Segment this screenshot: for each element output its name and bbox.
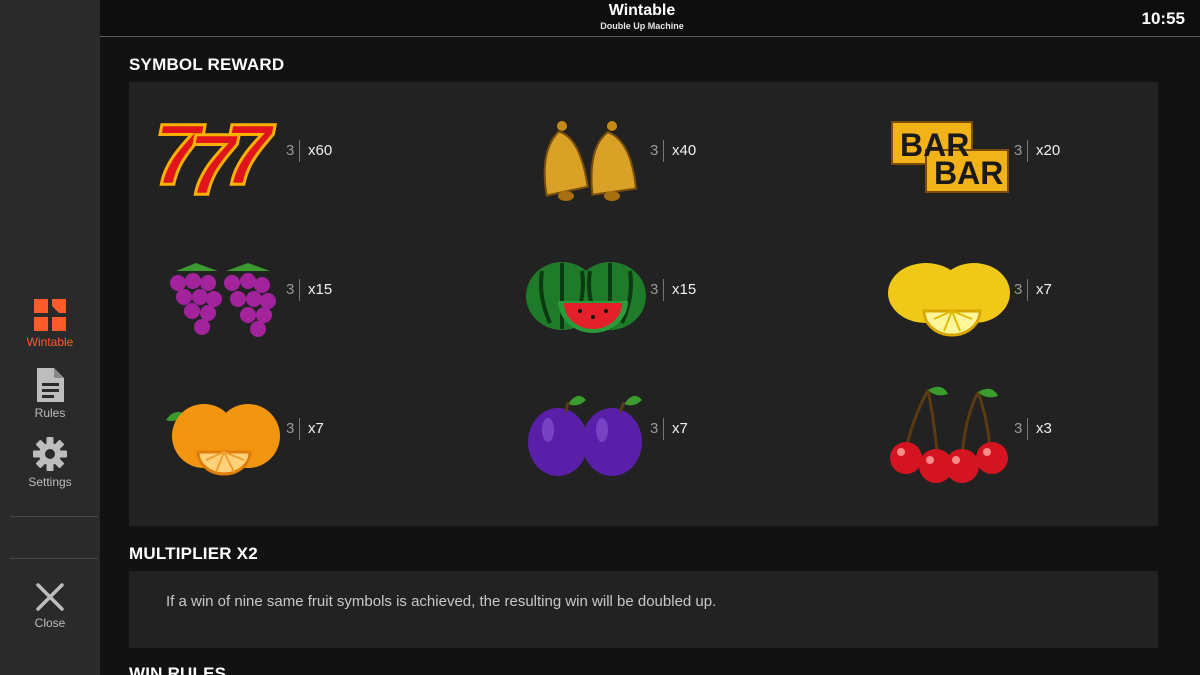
content-area[interactable]: SYMBOL REWARD 7 7 7 3 x60 3 x40 BAR BAR … xyxy=(100,38,1200,675)
symbol-multiplier: x40 xyxy=(672,142,697,159)
cherries-symbol-icon xyxy=(890,386,1008,483)
symbol-multiplier: x20 xyxy=(1036,142,1061,159)
divider xyxy=(299,140,300,162)
sidebar-item-label: Settings xyxy=(28,475,72,489)
sidebar-item-rules[interactable]: Rules xyxy=(0,368,100,420)
sidebar-item-close[interactable]: Close xyxy=(0,582,100,630)
symbol-count: 3 xyxy=(1014,281,1023,298)
sidebar-divider xyxy=(10,516,98,517)
symbol-count: 3 xyxy=(286,142,295,159)
seven-symbol-icon: 7 7 7 xyxy=(156,106,278,213)
gear-icon xyxy=(33,437,67,471)
sidebar-divider xyxy=(10,558,98,559)
divider xyxy=(1027,418,1028,440)
symbol-reward-panel: 7 7 7 3 x60 3 x40 BAR BAR 3 x20 3 x15 3 … xyxy=(129,82,1158,526)
divider xyxy=(1027,279,1028,301)
grapes-symbol-icon xyxy=(170,263,276,337)
sidebar-item-wintable[interactable]: Wintable xyxy=(0,299,100,349)
symbol-multiplier: x15 xyxy=(308,281,333,298)
document-icon xyxy=(37,368,64,402)
symbol-row: 7 7 7 3 x60 xyxy=(156,102,496,213)
lemon-symbol-icon xyxy=(888,263,1010,337)
symbol-multiplier: x60 xyxy=(308,142,333,159)
section-title-multiplier: MULTIPLIER X2 xyxy=(129,544,258,563)
symbol-count: 3 xyxy=(1014,142,1023,159)
symbol-count: 3 xyxy=(286,420,295,437)
symbol-multiplier: x7 xyxy=(672,420,688,437)
symbol-row: 3 x7 xyxy=(520,380,860,490)
bar-symbol-icon: BAR BAR xyxy=(891,121,1009,193)
svg-text:BAR: BAR xyxy=(934,155,1003,191)
clock: 10:55 xyxy=(1141,9,1185,28)
sidebar-item-label: Close xyxy=(34,616,66,630)
svg-text:7: 7 xyxy=(224,107,276,203)
close-icon xyxy=(36,583,64,611)
wintable-icon xyxy=(34,299,66,331)
app-root: Wintable Rules Settings Close Wintable D… xyxy=(0,0,1200,675)
header: Wintable Double Up Machine 10:55 xyxy=(100,0,1200,37)
divider xyxy=(663,279,664,301)
multiplier-description: If a win of nine same fruit symbols is a… xyxy=(166,593,717,610)
page-subtitle: Double Up Machine xyxy=(600,21,684,31)
sidebar-item-label: Rules xyxy=(34,406,66,420)
bells-symbol-icon xyxy=(543,121,638,201)
symbol-count: 3 xyxy=(650,281,659,298)
divider xyxy=(1027,140,1028,162)
divider xyxy=(663,140,664,162)
symbol-row: 3 x15 xyxy=(520,241,860,351)
section-title-symbol-reward: SYMBOL REWARD xyxy=(129,55,285,74)
section-title-win-rules: WIN RULES xyxy=(129,664,227,675)
sidebar: Wintable Rules Settings Close xyxy=(0,0,100,675)
divider xyxy=(299,279,300,301)
symbol-row: 3 x15 xyxy=(156,241,496,351)
multiplier-panel: If a win of nine same fruit symbols is a… xyxy=(129,571,1158,648)
divider xyxy=(299,418,300,440)
symbol-multiplier: x7 xyxy=(1036,281,1052,298)
symbol-multiplier: x3 xyxy=(1036,420,1052,437)
symbol-row: 3 x7 xyxy=(156,380,496,490)
symbol-row: 3 x40 xyxy=(520,102,860,212)
symbol-count: 3 xyxy=(650,420,659,437)
watermelon-symbol-icon xyxy=(526,262,646,333)
plum-symbol-icon xyxy=(528,395,642,476)
orange-symbol-icon xyxy=(166,404,280,476)
sidebar-item-label: Wintable xyxy=(26,335,74,349)
symbol-count: 3 xyxy=(286,281,295,298)
symbol-row: BAR BAR 3 x20 xyxy=(884,102,1200,212)
symbol-row: 3 x7 xyxy=(884,241,1200,351)
page-title: Wintable xyxy=(608,2,676,19)
sidebar-item-settings[interactable]: Settings xyxy=(0,437,100,489)
symbol-count: 3 xyxy=(650,142,659,159)
symbol-count: 3 xyxy=(1014,420,1023,437)
symbol-row: 3 x3 xyxy=(884,380,1200,490)
symbol-multiplier: x7 xyxy=(308,420,324,437)
divider xyxy=(663,418,664,440)
symbol-multiplier: x15 xyxy=(672,281,697,298)
